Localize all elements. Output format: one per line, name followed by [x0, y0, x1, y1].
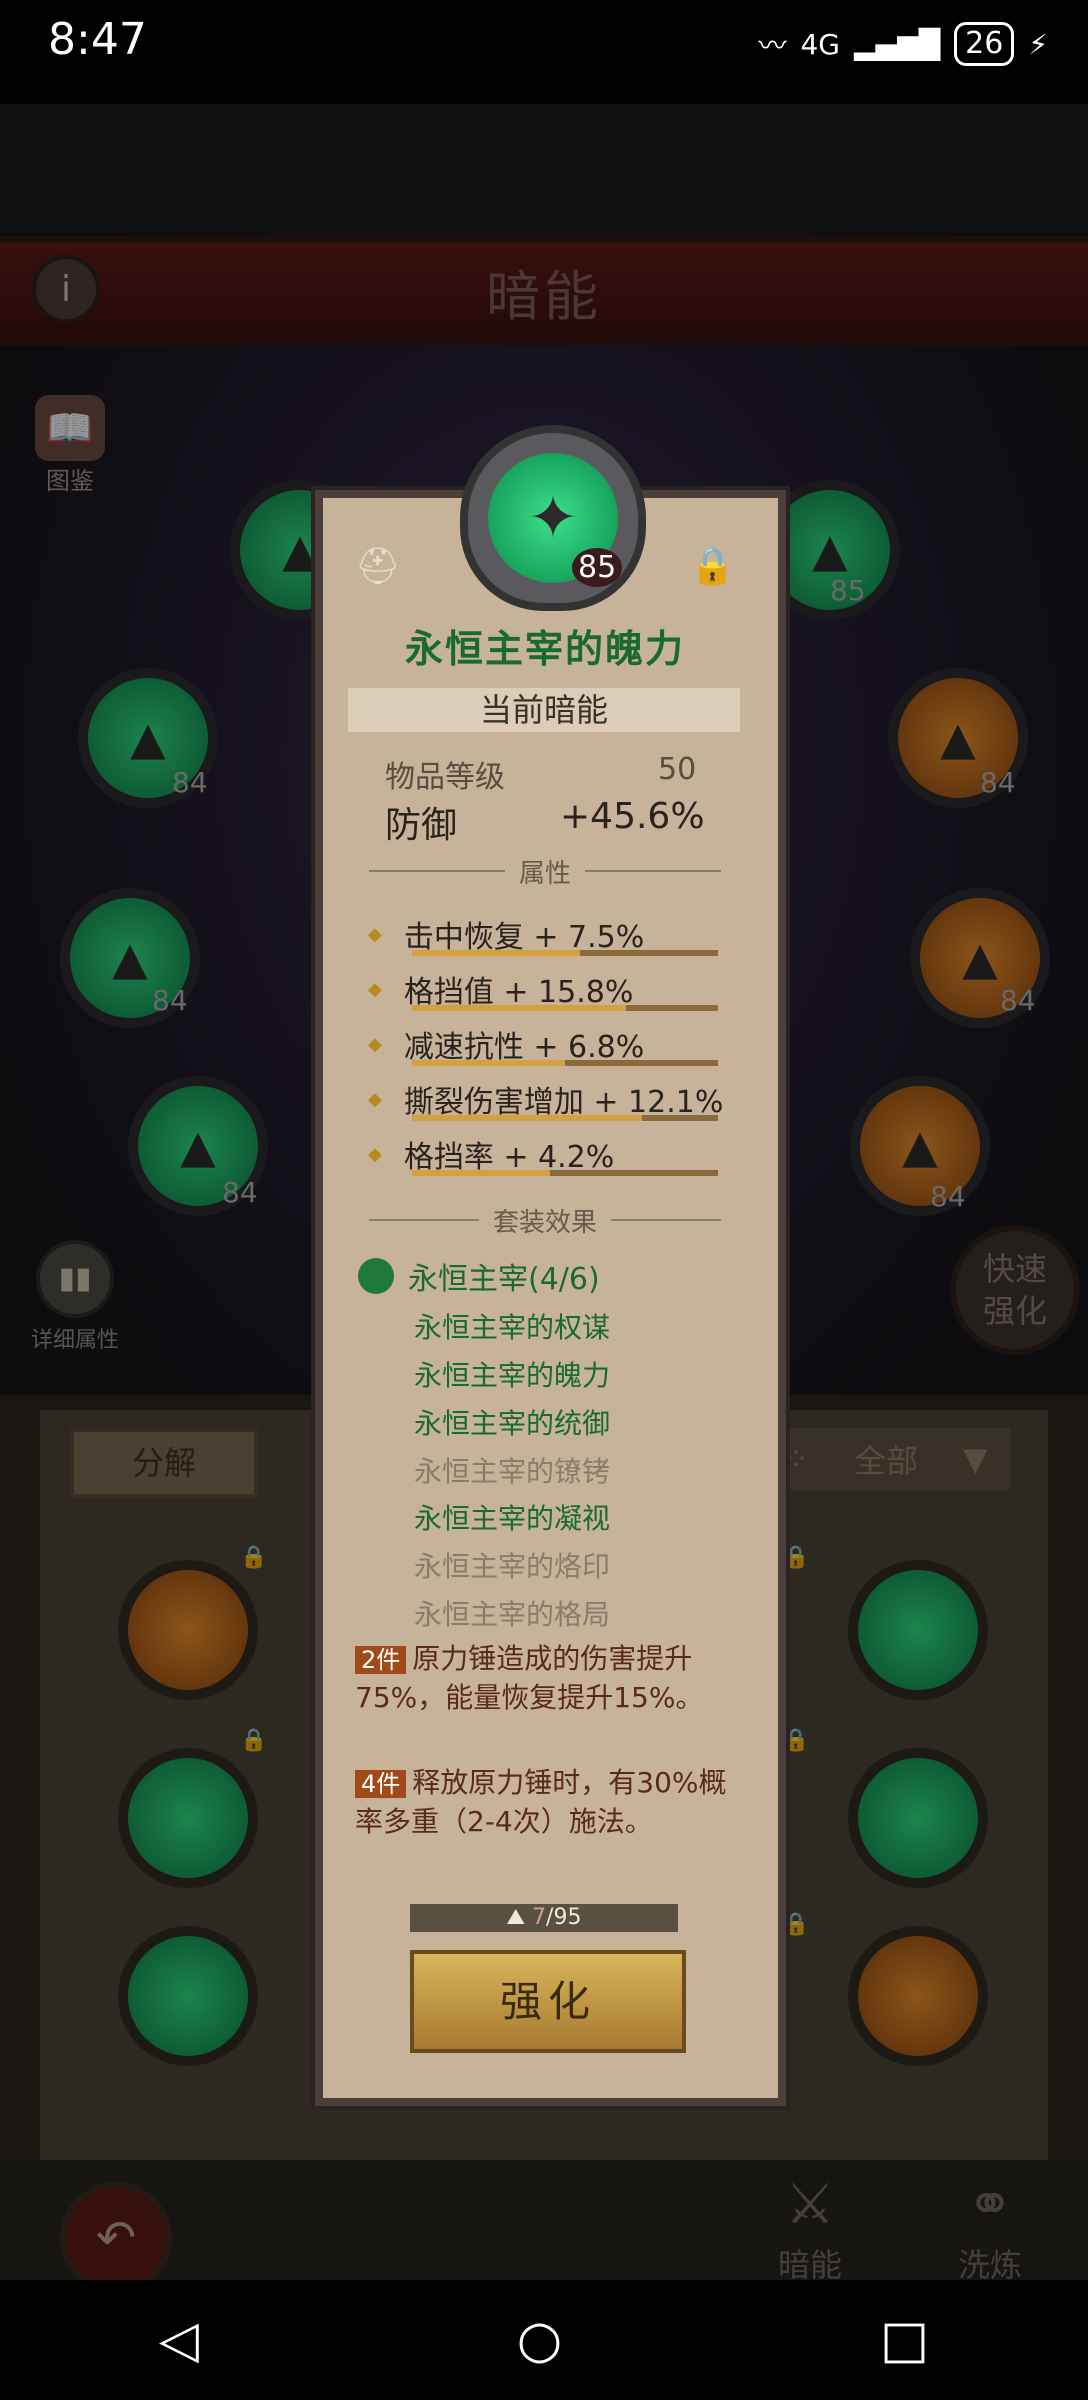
- system-nav-bar: ◁ ○ □: [0, 2280, 1088, 2400]
- set-piece: 永恒主宰的凝视: [414, 1502, 611, 1535]
- nav-back-icon[interactable]: ◁: [159, 2310, 199, 2370]
- signal-icon: ▂▄▆█: [854, 27, 941, 61]
- material-progress: ⛰ 7/95: [410, 1904, 678, 1932]
- bonus-tag: 4件: [355, 1770, 407, 1798]
- attribute-bar: [412, 1115, 718, 1121]
- bonus-text: 释放原力锤时，有30%概率多重（2-4次）施法。: [355, 1766, 727, 1838]
- set-piece: 永恒主宰的权谋: [414, 1311, 611, 1344]
- diamond-icon: ◆: [368, 1033, 382, 1055]
- attributes-header: 属性: [519, 858, 572, 889]
- attribute-bar: [412, 1005, 718, 1011]
- status-time: 8:47: [48, 14, 147, 65]
- diamond-icon: ◆: [368, 978, 382, 1000]
- item-detail-card: [315, 490, 786, 2106]
- nav-recents-icon[interactable]: □: [880, 2310, 929, 2370]
- set-bonus-2: 2件 原力锤造成的伤害提升75%，能量恢复提升15%。: [355, 1640, 745, 1717]
- emblem-frame: ✦: [460, 425, 646, 611]
- nav-home-icon[interactable]: ○: [517, 2310, 562, 2370]
- skull-icon: [358, 1258, 394, 1294]
- set-piece: 永恒主宰的魄力: [414, 1359, 611, 1392]
- set-bonus-4: 4件 释放原力锤时，有30%概率多重（2-4次）施法。: [355, 1764, 745, 1841]
- item-name: 永恒主宰的魄力: [404, 627, 685, 671]
- status-bar: 8:47 〰 4G ▂▄▆█ 26 ⚡: [0, 0, 1088, 104]
- attribute-bar: [412, 1170, 718, 1176]
- material-owned: 7: [532, 1905, 547, 1930]
- attribute-bar-fill: [412, 1060, 565, 1066]
- defense-value: +45.6%: [560, 796, 705, 837]
- item-level-label: 物品等级: [385, 760, 505, 795]
- item-level-badge: 85: [572, 548, 623, 587]
- attribute-bar: [412, 950, 718, 956]
- set-divider: 套装效果: [355, 1204, 735, 1238]
- bonus-text: 原力锤造成的伤害提升75%，能量恢复提升15%。: [355, 1642, 704, 1714]
- bonus-tag: 2件: [355, 1646, 407, 1674]
- attribute-bar-fill: [412, 1170, 550, 1176]
- diamond-icon: ◆: [368, 1088, 382, 1110]
- set-header: 套装效果: [493, 1207, 598, 1238]
- set-piece: 永恒主宰的统御: [414, 1407, 611, 1440]
- set-piece: 永恒主宰的格局: [414, 1598, 611, 1631]
- attribute-bar-fill: [412, 950, 581, 956]
- item-level-value: 50: [658, 752, 697, 787]
- attribute-bar-fill: [412, 1005, 627, 1011]
- set-name: 永恒主宰(4/6): [408, 1262, 600, 1297]
- attribute-bar: [412, 1060, 718, 1066]
- wifi-icon: 〰: [758, 29, 787, 62]
- defense-label: 防御: [385, 805, 458, 846]
- network-label: 4G: [800, 27, 840, 61]
- charging-icon: ⚡: [1028, 27, 1048, 61]
- status-icons: 〰 4G ▂▄▆█ 26 ⚡: [758, 20, 1048, 68]
- set-piece: 永恒主宰的镣铐: [414, 1455, 611, 1488]
- attribute-bar-fill: [412, 1115, 642, 1121]
- current-section-header: 当前暗能: [348, 688, 740, 732]
- set-name-row: 永恒主宰(4/6): [358, 1254, 600, 1298]
- set-piece: 永恒主宰的烙印: [414, 1550, 611, 1583]
- diamond-icon: ◆: [368, 923, 382, 945]
- attributes-divider: 属性: [355, 855, 735, 889]
- lock-icon[interactable]: 🔒: [690, 545, 735, 587]
- battery-level: 26: [954, 22, 1015, 66]
- material-total: /95: [546, 1905, 582, 1930]
- strengthen-button[interactable]: 强化: [410, 1950, 686, 2053]
- diamond-icon: ◆: [368, 1143, 382, 1165]
- helmet-icon: ⛑: [355, 546, 401, 587]
- ore-icon: ⛰: [506, 1905, 526, 1930]
